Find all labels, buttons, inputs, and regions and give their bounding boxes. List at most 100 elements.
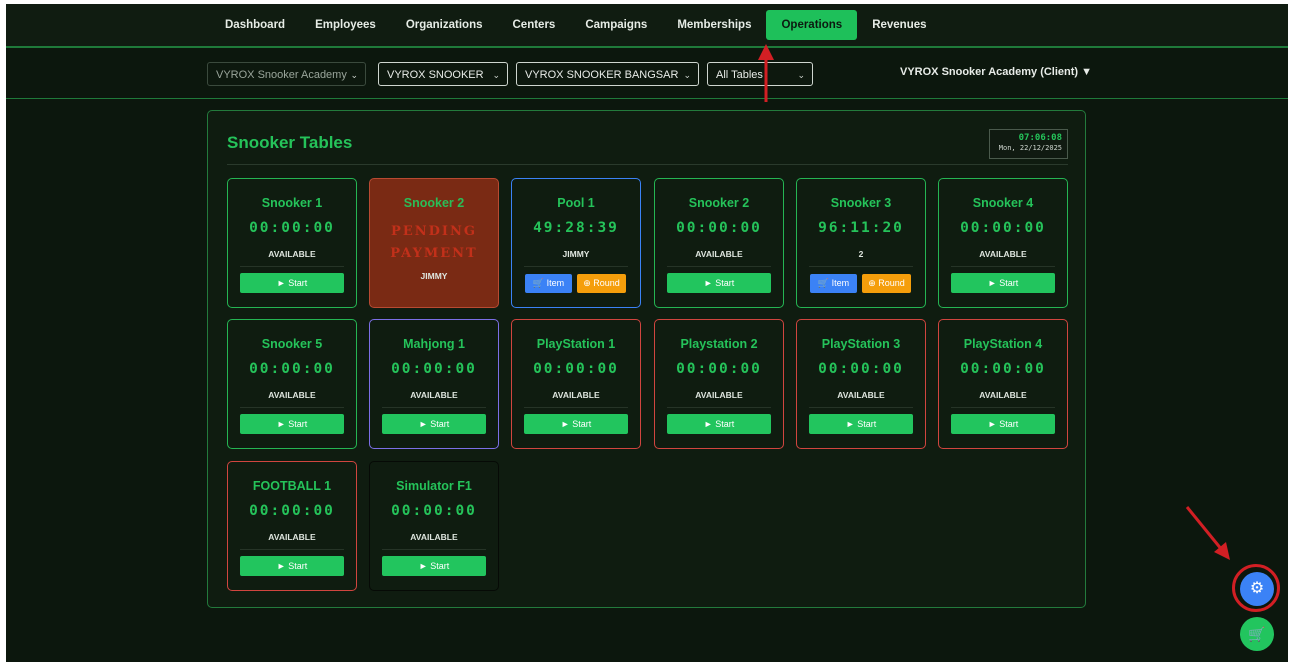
cart-button[interactable]: 🛒 bbox=[1240, 617, 1274, 651]
divider bbox=[382, 549, 486, 550]
table-name: Mahjong 1 bbox=[403, 337, 465, 351]
divider bbox=[524, 407, 628, 408]
add-item-button[interactable]: 🛒 Item bbox=[810, 274, 857, 293]
add-round-button[interactable]: ⊕ Round bbox=[862, 274, 911, 293]
start-button[interactable]: ► Start bbox=[240, 273, 344, 293]
table-timer: 00:00:00 bbox=[960, 220, 1046, 236]
table-timer: 00:00:00 bbox=[249, 503, 335, 519]
nav-employees[interactable]: Employees bbox=[300, 10, 391, 40]
tables-panel: Snooker Tables 07:06:08 Mon, 22/12/2025 … bbox=[207, 110, 1086, 608]
table-card[interactable]: Pool 1 49:28:39 JIMMY 🛒 Item ⊕ Round bbox=[511, 178, 641, 308]
start-button[interactable]: ► Start bbox=[667, 414, 771, 434]
table-timer: 00:00:00 bbox=[249, 361, 335, 377]
client-menu[interactable]: VYROX Snooker Academy (Client) ▼ bbox=[900, 66, 1092, 78]
tables-select-value: All Tables bbox=[716, 69, 763, 81]
table-name: Snooker 3 bbox=[830, 196, 892, 210]
table-name: Snooker 2 bbox=[688, 196, 750, 210]
clock-time: 07:06:08 bbox=[1018, 133, 1062, 143]
table-status: AVAILABLE bbox=[268, 390, 316, 400]
add-round-button[interactable]: ⊕ Round bbox=[577, 274, 626, 293]
page-title: Snooker Tables bbox=[227, 133, 353, 152]
table-card[interactable]: FOOTBALL 1 00:00:00 AVAILABLE ► Start bbox=[227, 461, 357, 591]
chevron-down-icon: ⌄ bbox=[492, 70, 500, 80]
table-card[interactable]: Simulator F1 00:00:00 AVAILABLE ► Start bbox=[369, 461, 499, 591]
nav-organizations[interactable]: Organizations bbox=[391, 10, 498, 40]
start-button[interactable]: ► Start bbox=[951, 414, 1055, 434]
table-timer: 00:00:00 bbox=[676, 361, 762, 377]
nav-memberships[interactable]: Memberships bbox=[662, 10, 766, 40]
academy-select[interactable]: VYROX Snooker Academy ⌄ bbox=[207, 62, 366, 86]
table-status: AVAILABLE bbox=[552, 390, 600, 400]
table-card[interactable]: Mahjong 1 00:00:00 AVAILABLE ► Start bbox=[369, 319, 499, 449]
divider bbox=[227, 164, 1068, 165]
table-status: AVAILABLE bbox=[268, 532, 316, 542]
settings-button[interactable]: ⚙ bbox=[1240, 572, 1274, 606]
nav-centers[interactable]: Centers bbox=[498, 10, 571, 40]
clock-date: Mon, 22/12/2025 bbox=[998, 144, 1062, 152]
organization-select-value: VYROX SNOOKER bbox=[387, 69, 484, 81]
nav-operations[interactable]: Operations bbox=[766, 10, 858, 40]
table-card[interactable]: PlayStation 4 00:00:00 AVAILABLE ► Start bbox=[938, 319, 1068, 449]
table-name: PlayStation 4 bbox=[963, 337, 1043, 351]
table-card[interactable]: Snooker 3 96:11:20 2 🛒 Item ⊕ Round bbox=[796, 178, 926, 308]
table-status: AVAILABLE bbox=[410, 532, 458, 542]
table-name: Snooker 2 bbox=[403, 196, 465, 210]
start-button[interactable]: ► Start bbox=[524, 414, 628, 434]
start-button[interactable]: ► Start bbox=[951, 273, 1055, 293]
chevron-down-icon: ⌄ bbox=[683, 70, 691, 80]
gear-icon: ⚙ bbox=[1249, 580, 1265, 597]
table-status: AVAILABLE bbox=[979, 249, 1027, 259]
start-button[interactable]: ► Start bbox=[240, 414, 344, 434]
organization-select[interactable]: VYROX SNOOKER ⌄ bbox=[378, 62, 508, 86]
table-name: Pool 1 bbox=[557, 196, 595, 210]
tables-select[interactable]: All Tables ⌄ bbox=[707, 62, 813, 86]
table-status: AVAILABLE bbox=[695, 390, 743, 400]
start-button[interactable]: ► Start bbox=[382, 414, 486, 434]
table-timer: 00:00:00 bbox=[960, 361, 1046, 377]
start-button[interactable]: ► Start bbox=[382, 556, 486, 576]
table-card[interactable]: PlayStation 1 00:00:00 AVAILABLE ► Start bbox=[511, 319, 641, 449]
table-card[interactable]: Snooker 1 00:00:00 AVAILABLE ► Start bbox=[227, 178, 357, 308]
table-timer: 49:28:39 bbox=[533, 220, 619, 236]
table-card[interactable]: Snooker 2 00:00:00 AVAILABLE ► Start bbox=[654, 178, 784, 308]
table-status: AVAILABLE bbox=[837, 390, 885, 400]
divider bbox=[240, 549, 344, 550]
table-card[interactable]: Snooker 5 00:00:00 AVAILABLE ► Start bbox=[227, 319, 357, 449]
divider bbox=[524, 266, 628, 267]
table-card[interactable]: PlayStation 3 00:00:00 AVAILABLE ► Start bbox=[796, 319, 926, 449]
table-status: AVAILABLE bbox=[268, 249, 316, 259]
chevron-down-icon: ⌄ bbox=[797, 70, 805, 80]
divider bbox=[667, 407, 771, 408]
top-navigation: Dashboard Employees Organizations Center… bbox=[6, 4, 1288, 48]
table-timer: 00:00:00 bbox=[391, 361, 477, 377]
filter-bar: VYROX Snooker Academy ⌄ VYROX SNOOKER ⌄ … bbox=[6, 48, 1288, 99]
start-button[interactable]: ► Start bbox=[667, 273, 771, 293]
table-status: JIMMY bbox=[562, 249, 590, 259]
chevron-down-icon: ⌄ bbox=[350, 70, 358, 80]
table-card[interactable]: Playstation 2 00:00:00 AVAILABLE ► Start bbox=[654, 319, 784, 449]
start-button[interactable]: ► Start bbox=[240, 556, 344, 576]
table-card[interactable]: Snooker 2 PENDING PAYMENT JIMMY bbox=[369, 178, 499, 308]
table-name: PlayStation 1 bbox=[536, 337, 616, 351]
app-window: Dashboard Employees Organizations Center… bbox=[6, 4, 1288, 662]
table-timer: 00:00:00 bbox=[391, 503, 477, 519]
center-select[interactable]: VYROX SNOOKER BANGSAR ⌄ bbox=[516, 62, 699, 86]
table-status: AVAILABLE bbox=[695, 249, 743, 259]
table-name: PlayStation 3 bbox=[821, 337, 901, 351]
table-card[interactable]: Snooker 4 00:00:00 AVAILABLE ► Start bbox=[938, 178, 1068, 308]
annotation-arrow-settings bbox=[1185, 506, 1230, 560]
center-select-value: VYROX SNOOKER BANGSAR bbox=[525, 69, 679, 81]
table-timer: 96:11:20 bbox=[818, 220, 904, 236]
clock-display: 07:06:08 Mon, 22/12/2025 bbox=[989, 129, 1068, 159]
divider bbox=[951, 266, 1055, 267]
table-status: JIMMY bbox=[420, 271, 448, 281]
divider bbox=[667, 266, 771, 267]
add-item-button[interactable]: 🛒 Item bbox=[525, 274, 572, 293]
nav-campaigns[interactable]: Campaigns bbox=[570, 10, 662, 40]
table-name: Snooker 4 bbox=[972, 196, 1034, 210]
nav-dashboard[interactable]: Dashboard bbox=[210, 10, 300, 40]
academy-select-value: VYROX Snooker Academy bbox=[216, 69, 347, 81]
table-timer: 00:00:00 bbox=[533, 361, 619, 377]
start-button[interactable]: ► Start bbox=[809, 414, 913, 434]
nav-revenues[interactable]: Revenues bbox=[857, 10, 941, 40]
